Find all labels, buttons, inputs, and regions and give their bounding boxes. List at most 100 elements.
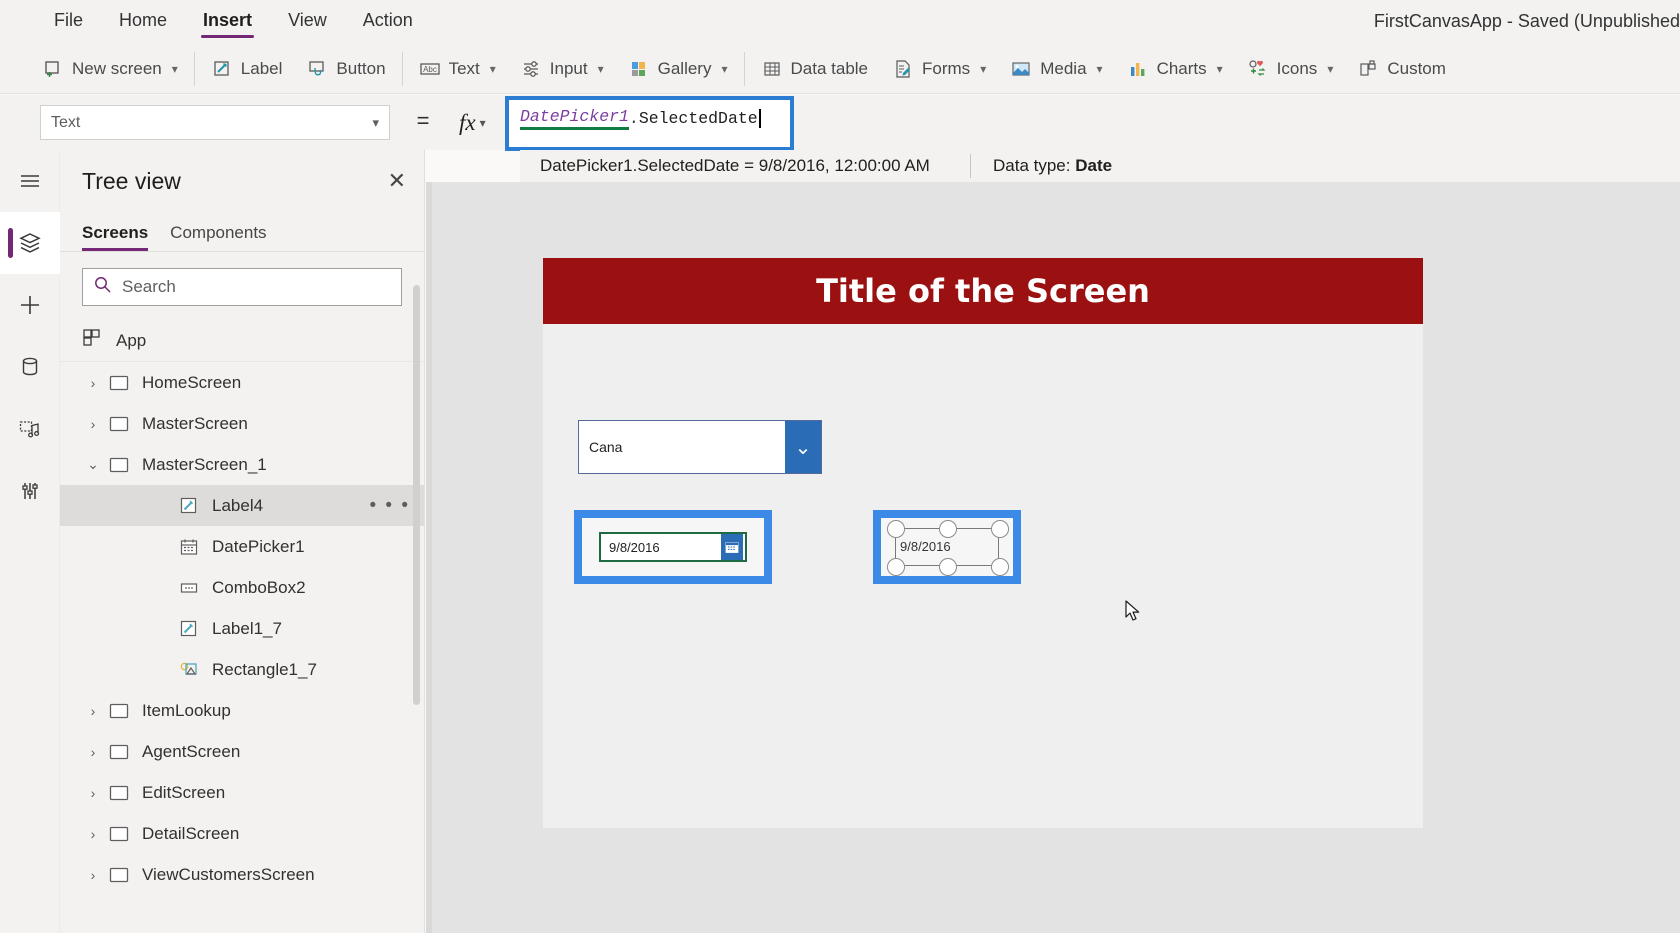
tree-node-detailscreen[interactable]: › DetailScreen — [60, 813, 424, 854]
screen-icon — [106, 375, 132, 391]
tree-node-agentscreen[interactable]: › AgentScreen — [60, 731, 424, 772]
combobox-control[interactable]: Cana ⌄ — [578, 420, 822, 474]
tree-node-combobox2[interactable]: ComboBox2 — [60, 567, 424, 608]
screen-icon — [106, 703, 132, 719]
ribbon-divider — [743, 51, 745, 86]
tree-node-label4[interactable]: Label4 • • • — [60, 485, 424, 526]
calendar-icon[interactable] — [721, 534, 743, 560]
ribbon-custom-button[interactable]: Custom — [1345, 50, 1458, 88]
tree-node-editscreen[interactable]: › EditScreen — [60, 772, 424, 813]
resize-handle-bottom-right[interactable] — [991, 558, 1009, 576]
tree-node-list: › HomeScreen › MasterScreen ⌄ MasterScre… — [60, 362, 424, 895]
resize-handle-top-right[interactable] — [991, 520, 1009, 538]
resize-handle-bottom-left[interactable] — [887, 558, 905, 576]
media-icon — [1010, 58, 1032, 80]
tree-view-header: Tree view ✕ — [60, 150, 424, 212]
ribbon-text-button[interactable]: Abc Text ▾ — [407, 50, 508, 88]
tree-node-label: ViewCustomersScreen — [142, 864, 315, 884]
tree-node-label: EditScreen — [142, 782, 226, 802]
search-input[interactable]: Search — [82, 268, 402, 306]
tree-node-masterscreen-1[interactable]: ⌄ MasterScreen_1 — [60, 444, 424, 485]
button-icon — [306, 58, 328, 80]
menu-item-home[interactable]: Home — [101, 4, 185, 40]
menu-item-action[interactable]: Action — [345, 4, 431, 40]
ribbon-media-button[interactable]: Media ▾ — [998, 50, 1114, 88]
ribbon-charts-button[interactable]: Charts ▾ — [1115, 50, 1235, 88]
tree-node-label: MasterScreen — [142, 413, 248, 433]
combobox-value: Cana — [589, 439, 623, 455]
tree-node-rectangle1-7[interactable]: Rectangle1_7 — [60, 649, 424, 690]
tree-node-itemlookup[interactable]: › ItemLookup — [60, 690, 424, 731]
resize-handle-bottom-center[interactable] — [939, 558, 957, 576]
tree-node-homescreen[interactable]: › HomeScreen — [60, 362, 424, 403]
fx-button[interactable]: fx ▾ — [448, 104, 495, 142]
screen-title-banner[interactable]: Title of the Screen — [543, 258, 1423, 324]
hamburger-menu-icon — [17, 168, 43, 194]
advanced-tools-button[interactable] — [0, 460, 60, 522]
tree-node-label: AgentScreen — [142, 741, 241, 761]
hamburger-menu-button[interactable] — [0, 150, 60, 212]
datepicker-control[interactable]: 9/8/2016 — [599, 532, 747, 562]
chevron-right-icon[interactable]: › — [80, 375, 106, 391]
tree-node-more-icon[interactable]: • • • — [369, 495, 410, 517]
screen-icon — [106, 826, 132, 842]
tree-node-datepicker1[interactable]: DatePicker1 — [60, 526, 424, 567]
chevron-down-icon: ▾ — [1096, 61, 1103, 76]
formula-control-token: DatePicker1 — [520, 107, 629, 130]
property-select[interactable]: Text ▾ — [40, 105, 390, 140]
screen-icon — [106, 744, 132, 760]
ribbon-data-table-button[interactable]: Data table — [749, 50, 881, 88]
menu-item-file[interactable]: File — [36, 4, 101, 40]
selected-label-control[interactable]: 9/8/2016 — [887, 520, 1009, 576]
formula-input[interactable]: DatePicker1. SelectedDate — [512, 103, 787, 133]
ribbon-new-screen-button[interactable]: New screen ▾ — [30, 50, 190, 88]
chevron-right-icon[interactable]: › — [80, 416, 106, 432]
tree-node-label: Label4 — [212, 495, 264, 515]
resize-handle-top-left[interactable] — [887, 520, 905, 538]
data-sources-button[interactable] — [0, 336, 60, 398]
powerapps-studio: File Home Insert View Action FirstCanvas… — [0, 0, 1680, 933]
ribbon-forms-button[interactable]: Forms ▾ — [880, 50, 998, 88]
menu-item-view[interactable]: View — [270, 4, 345, 40]
tree-node-label: ItemLookup — [142, 700, 231, 720]
tree-node-masterscreen[interactable]: › MasterScreen — [60, 403, 424, 444]
chevron-down-icon: ▾ — [489, 61, 496, 76]
tree-node-label1-7[interactable]: Label1_7 — [60, 608, 424, 649]
mouse-cursor-icon — [1125, 600, 1143, 629]
tab-screens[interactable]: Screens — [82, 223, 149, 251]
ribbon-icons-label: Icons — [1276, 58, 1318, 78]
chevron-right-icon[interactable]: › — [80, 785, 106, 801]
ribbon-input-button[interactable]: Input ▾ — [508, 50, 616, 88]
resize-handle-top-center[interactable] — [939, 520, 957, 538]
chevron-right-icon[interactable]: › — [80, 703, 106, 719]
insert-plus-icon — [17, 292, 43, 318]
screen-icon — [106, 785, 132, 801]
tree-node-app[interactable]: App — [60, 320, 424, 362]
chevron-down-icon[interactable]: ⌄ — [785, 421, 821, 473]
chevron-down-icon: ▾ — [721, 61, 728, 76]
tree-node-viewcustomersscreen[interactable]: › ViewCustomersScreen — [60, 854, 424, 895]
chevron-right-icon[interactable]: › — [80, 744, 106, 760]
app-icon — [82, 328, 102, 353]
tree-view-tabs: Screens Components — [60, 212, 424, 252]
media-library-button[interactable] — [0, 398, 60, 460]
close-icon[interactable]: ✕ — [388, 170, 406, 192]
ribbon-icons-button[interactable]: Icons ▾ — [1235, 50, 1346, 88]
design-canvas[interactable]: Title of the Screen Cana ⌄ 9/8/2016 9/8/… — [426, 182, 1680, 933]
menu-item-insert[interactable]: Insert — [185, 4, 270, 40]
data-type-label: Data type: — [993, 156, 1071, 175]
tree-view-scrollbar[interactable] — [413, 285, 420, 705]
ribbon-button-button[interactable]: Button — [294, 50, 397, 88]
insert-button[interactable] — [0, 274, 60, 336]
app-screen-preview[interactable]: Title of the Screen Cana ⌄ 9/8/2016 9/8/… — [543, 258, 1423, 828]
tree-node-label: Rectangle1_7 — [212, 659, 317, 679]
gallery-icon — [628, 58, 650, 80]
chevron-down-icon[interactable]: ⌄ — [80, 456, 106, 473]
ribbon-label-button[interactable]: Label — [199, 50, 295, 88]
tree-view-button[interactable] — [0, 212, 60, 274]
chevron-right-icon[interactable]: › — [80, 826, 106, 842]
chevron-right-icon[interactable]: › — [80, 867, 106, 883]
media-library-icon — [17, 416, 43, 442]
ribbon-gallery-button[interactable]: Gallery ▾ — [616, 50, 740, 88]
tab-components[interactable]: Components — [170, 223, 266, 251]
